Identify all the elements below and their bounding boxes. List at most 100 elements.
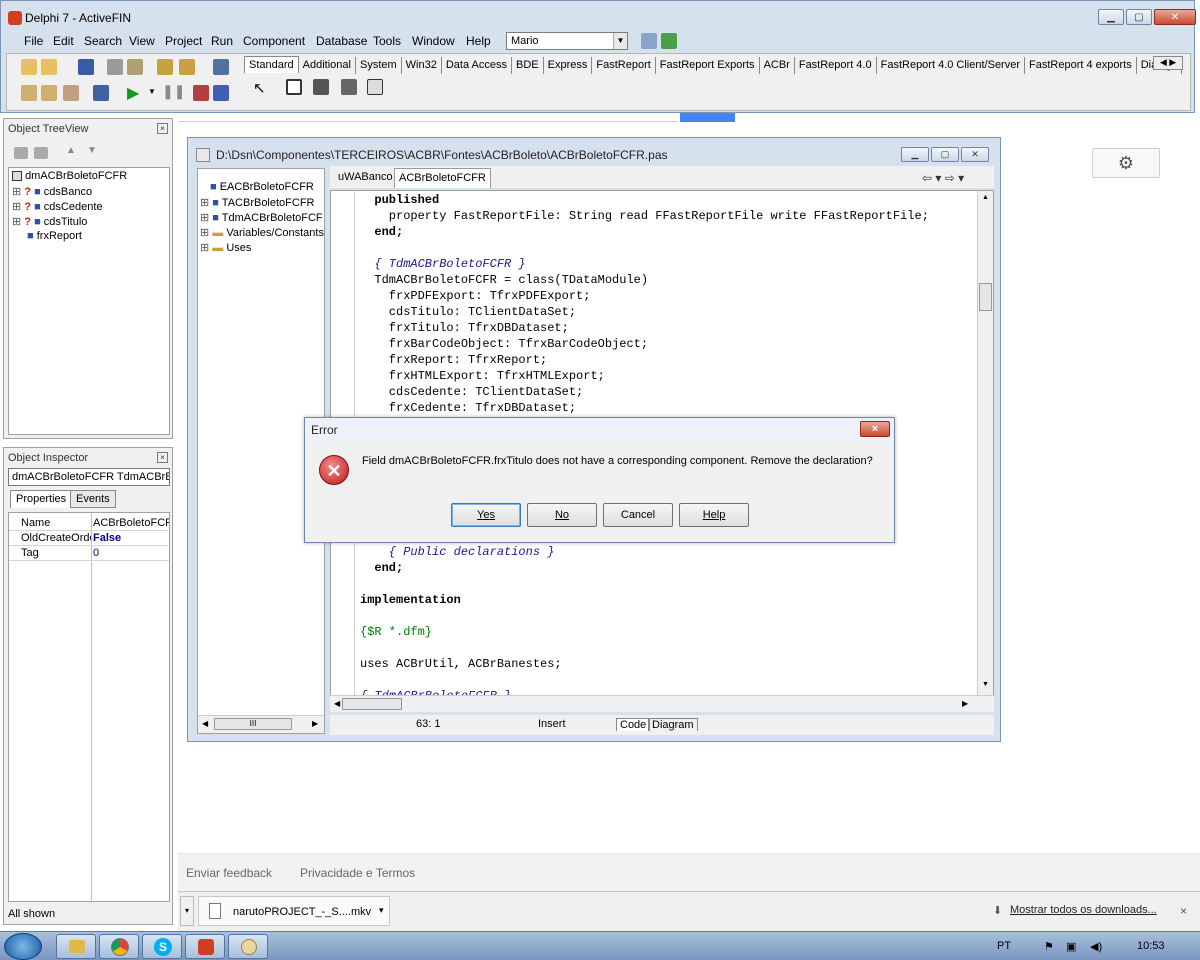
tab-data-access[interactable]: Data Access	[442, 57, 512, 74]
tree-item[interactable]: ■ frxReport	[27, 230, 82, 242]
tab-acbr[interactable]: ACBr	[760, 57, 795, 74]
step-over-icon[interactable]	[213, 85, 229, 101]
desktop-save-icon[interactable]	[641, 33, 657, 49]
tab-diagram[interactable]: Diagram	[648, 718, 698, 731]
privacy-link[interactable]: Privacidade e Termos	[300, 866, 415, 880]
menu-tools[interactable]: Tools	[373, 34, 401, 48]
settings-gear-icon[interactable]: ⚙	[1092, 148, 1160, 178]
menu-project[interactable]: Project	[165, 34, 202, 48]
paint-taskbar-icon[interactable]	[228, 934, 268, 959]
close-button[interactable]: ✕	[1154, 9, 1196, 25]
tab-code[interactable]: Code	[616, 718, 651, 731]
tab-events[interactable]: Events	[70, 490, 116, 508]
dialog-close-button[interactable]: ×	[860, 421, 890, 437]
move-up-icon[interactable]: ▲	[66, 145, 76, 156]
close-icon[interactable]: ×	[157, 452, 168, 463]
tab-fastreport-4-cs[interactable]: FastReport 4.0 Client/Server	[877, 57, 1025, 74]
inspector-object-combo[interactable]: dmACBrBoletoFCFR TdmACBrB	[8, 468, 170, 486]
new-icon[interactable]	[21, 59, 37, 75]
main-menu-icon[interactable]	[313, 79, 329, 95]
property-row[interactable]: Tag 0	[9, 546, 169, 561]
label-icon[interactable]	[367, 79, 383, 95]
tab-properties[interactable]: Properties	[10, 490, 73, 508]
menu-file[interactable]: File	[24, 34, 43, 48]
scroll-thumb[interactable]	[342, 698, 402, 710]
flag-icon[interactable]: ⚑	[1044, 940, 1054, 953]
editor-vertical-scrollbar[interactable]: ▲ ▼	[977, 191, 993, 711]
delete-item-icon[interactable]	[34, 147, 48, 159]
tab-express[interactable]: Express	[544, 57, 593, 74]
tab-uwabanco[interactable]: uWABanco	[334, 168, 397, 188]
view-unit-icon[interactable]	[21, 85, 37, 101]
new-form-icon[interactable]	[93, 85, 109, 101]
view-form-icon[interactable]	[41, 85, 57, 101]
tab-win32[interactable]: Win32	[402, 57, 442, 74]
tree-item[interactable]: ⊞ ? ■ cdsBanco	[12, 185, 92, 198]
explorer-item[interactable]: ⊞ ▬ Uses	[200, 241, 251, 254]
open-icon[interactable]	[41, 59, 57, 75]
editor-minimize-button[interactable]: ▁	[901, 147, 929, 162]
move-down-icon[interactable]: ▼	[87, 145, 97, 156]
tab-standard[interactable]: Standard	[244, 56, 299, 73]
menu-component[interactable]: Component	[243, 34, 305, 48]
explorer-item[interactable]: ⊞ ■ TdmACBrBoletoFCF	[200, 211, 323, 224]
pause-icon[interactable]: ❚❚	[162, 83, 185, 100]
menu-window[interactable]: Window	[412, 34, 455, 48]
new-item-icon[interactable]	[14, 147, 28, 159]
run-dropdown-icon[interactable]: ▼	[148, 87, 156, 96]
tab-fastreport-exports[interactable]: FastReport Exports	[656, 57, 760, 74]
network-icon[interactable]: ▣	[1066, 940, 1076, 953]
tab-acbrboletofcfr[interactable]: ACBrBoletoFCFR	[394, 168, 491, 188]
delphi-taskbar-icon[interactable]	[185, 934, 225, 959]
add-to-project-icon[interactable]	[157, 59, 173, 75]
chrome-taskbar-icon[interactable]	[99, 934, 139, 959]
tab-additional[interactable]: Additional	[299, 57, 356, 74]
download-chevron-icon[interactable]: ▾	[379, 905, 384, 916]
download-item[interactable]: narutoPROJECT_-_S....mkv ▾	[198, 896, 390, 926]
tab-fastreport-4[interactable]: FastReport 4.0	[795, 57, 877, 74]
chevron-down-icon[interactable]: ▼	[613, 33, 627, 49]
save-icon[interactable]	[78, 59, 94, 75]
menu-view[interactable]: View	[129, 34, 155, 48]
language-indicator[interactable]: PT	[997, 940, 1011, 952]
desktop-layout-combo[interactable]: Mario ▼	[506, 32, 628, 50]
tab-fastreport-4-exports[interactable]: FastReport 4 exports	[1025, 57, 1137, 74]
cancel-button[interactable]: Cancel	[603, 503, 673, 527]
save-all-icon[interactable]	[107, 59, 123, 75]
help-button[interactable]: Help	[679, 503, 749, 527]
feedback-link[interactable]: Enviar feedback	[186, 866, 272, 880]
tab-system[interactable]: System	[356, 57, 402, 74]
yes-button[interactable]: Yes	[451, 503, 521, 527]
open-project-icon[interactable]	[127, 59, 143, 75]
menu-edit[interactable]: Edit	[53, 34, 74, 48]
remove-from-project-icon[interactable]	[179, 59, 195, 75]
debug-layout-icon[interactable]	[661, 33, 677, 49]
palette-scroll-arrows[interactable]: ◀ ▶	[1153, 56, 1183, 70]
no-button[interactable]: No	[527, 503, 597, 527]
menu-run[interactable]: Run	[211, 34, 233, 48]
explorer-taskbar-icon[interactable]	[56, 934, 96, 959]
pointer-arrow-icon[interactable]: ↖	[253, 79, 266, 97]
explorer-item[interactable]: ⊞ ■ TACBrBoletoFCFR	[200, 196, 315, 209]
run-icon[interactable]: ▶	[127, 83, 139, 103]
explorer-item[interactable]: ⊞ ▬ Variables/Constants	[200, 226, 324, 239]
explorer-item[interactable]: ■ EACBrBoletoFCFR	[210, 181, 314, 193]
help-contents-icon[interactable]	[213, 59, 229, 75]
tree-item-root[interactable]: dmACBrBoletoFCFR	[12, 170, 127, 182]
show-all-downloads-link[interactable]: Mostrar todos os downloads...	[1010, 904, 1157, 916]
navigation-arrows-icon[interactable]: ⇦ ▾ ⇨ ▾	[922, 171, 964, 185]
tab-bde[interactable]: BDE	[512, 57, 544, 74]
volume-icon[interactable]: ◀)	[1090, 940, 1102, 953]
skype-taskbar-icon[interactable]: S	[142, 934, 182, 959]
editor-close-button[interactable]: ✕	[961, 147, 989, 162]
scroll-thumb[interactable]	[979, 283, 992, 311]
close-icon[interactable]: ×	[157, 123, 168, 134]
tree-item[interactable]: ⊞ ? ■ cdsCedente	[12, 200, 103, 213]
property-row[interactable]: NameACBrBoletoFCFR	[9, 516, 169, 531]
tab-fastreport[interactable]: FastReport	[592, 57, 656, 74]
menu-database[interactable]: Database	[316, 34, 367, 48]
tree-item[interactable]: ⊞ ? ■ cdsTitulo	[12, 215, 87, 228]
popup-menu-icon[interactable]	[341, 79, 357, 95]
frames-icon[interactable]	[286, 79, 302, 95]
trace-into-icon[interactable]	[193, 85, 209, 101]
